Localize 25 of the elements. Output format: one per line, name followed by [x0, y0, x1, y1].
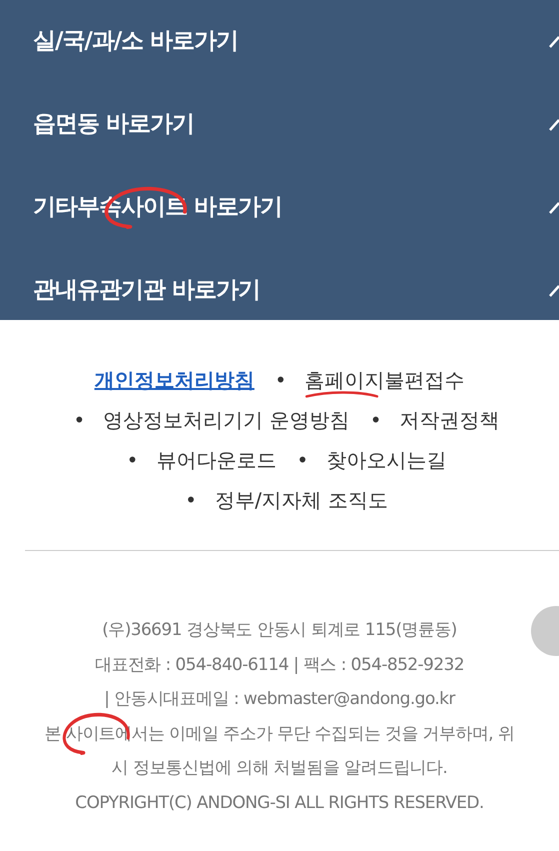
chevron-up-icon[interactable]	[549, 200, 559, 214]
footer-link[interactable]: 저작권정책	[400, 408, 500, 432]
footer-text: COPYRIGHT(C) ANDONG-SI ALL RIGHTS RESERVED.	[75, 792, 484, 812]
footer-link[interactable]: 뷰어다운로드	[156, 448, 276, 472]
footer-text: (우)36691 경상북도 안동시 퇴계로 115(명륜동)	[102, 620, 457, 640]
footer-link[interactable]: 정부/지자체 조직도	[214, 488, 388, 512]
footer-link[interactable]: 찾아오시는길	[326, 448, 446, 472]
footer-link[interactable]: 홈페이지불편접수	[304, 368, 465, 392]
separator-dot: •	[274, 368, 287, 392]
footer-text: 시 정보통신법에 의해 처벌됨을 알려드립니다.	[112, 758, 448, 778]
chevron-up-icon[interactable]	[549, 118, 559, 132]
separator-dot: •	[73, 408, 86, 432]
footer-text: 대표전화 : 054-840-6114 | 팩스 : 054-852-9232	[94, 654, 464, 674]
chevron-up-icon[interactable]	[549, 34, 559, 48]
menu-link[interactable]: 실/국/과/소 바로가기	[33, 28, 238, 54]
footer-text: | 안동시대표메일 : webmaster@andong.go.kr	[104, 689, 455, 709]
footer-link[interactable]: 개인정보처리방침	[94, 368, 254, 392]
menu-link[interactable]: 읍면동 바로가기	[33, 111, 194, 138]
chevron-up-icon[interactable]	[549, 284, 559, 298]
menu-link[interactable]: 관내유관기관 바로가기	[33, 277, 260, 304]
separator-dot: •	[370, 408, 382, 432]
separator-dot: •	[126, 448, 138, 472]
footer-link[interactable]: 영상정보처리기기 운영방침	[103, 408, 350, 432]
separator-dot: •	[296, 448, 308, 472]
separator-dot: •	[185, 488, 197, 512]
